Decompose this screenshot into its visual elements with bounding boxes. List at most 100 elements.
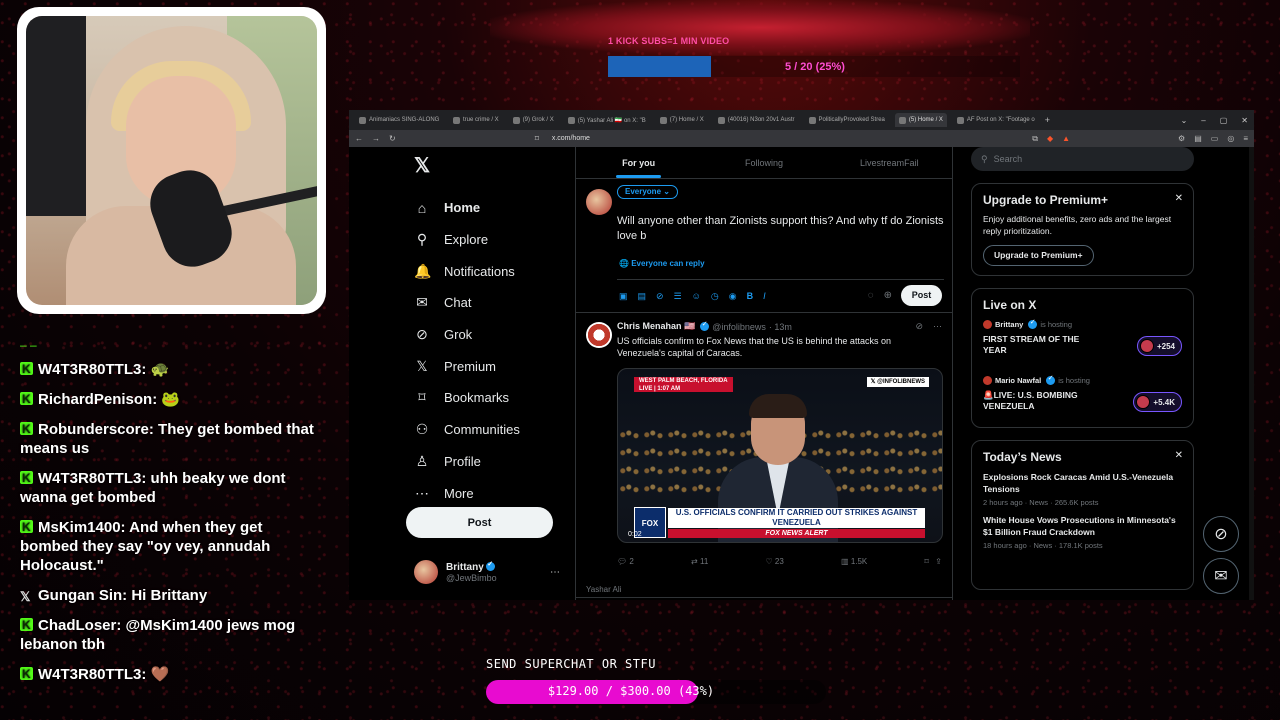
account-switcher[interactable]: Brittany @JewBimbo ⋯ <box>414 560 560 584</box>
news-headline: Explosions Rock Caracas Amid U.S.-Venezu… <box>983 472 1174 494</box>
nav-item-communities[interactable]: ⚇ Communities <box>406 414 576 446</box>
browser-tab[interactable]: Animaniacs SING-ALONG <box>355 113 443 127</box>
nav-item-notifications[interactable]: 🔔 Notifications <box>406 255 576 287</box>
like-button[interactable]: ♡ 23 <box>766 557 784 566</box>
tweet-text: US officials confirm to Fox News that th… <box>617 336 891 358</box>
schedule-icon[interactable]: ◷ <box>711 291 719 302</box>
tweet[interactable]: Chris Menahan 🇺🇸 @infolibnews · 13m ⊘ ⋯ … <box>576 313 952 598</box>
news-meta: 2 hours ago · News · 265.6K posts <box>983 498 1099 507</box>
audience-selector[interactable]: Everyone ⌄ <box>617 185 678 199</box>
browser-tab[interactable]: true crime / X <box>449 113 503 127</box>
browser-tab[interactable]: (9) Grok / X <box>509 113 558 127</box>
close-icon[interactable]: ✕ <box>1175 193 1183 204</box>
vpn-icon[interactable]: ◎ <box>1227 134 1234 144</box>
chat-username: W4T3R80TTL3: <box>38 470 147 487</box>
grok-fab-icon[interactable]: ⊘ <box>1203 516 1239 552</box>
nav-item-profile[interactable]: ♙ Profile <box>406 446 576 478</box>
add-post-icon[interactable]: ⊕ <box>884 290 892 301</box>
nav-item-home[interactable]: ⌂ Home <box>406 192 576 224</box>
browser-tab[interactable]: PoliticallyProvoked Strea <box>805 113 889 127</box>
more-icon[interactable]: ⋯ <box>550 567 560 578</box>
browser-tab[interactable]: (5) Home / X <box>894 113 947 127</box>
browser-tab[interactable]: (5) Yashar Ali 🇮🇷 on X: "B <box>564 113 650 127</box>
forward-icon[interactable]: → <box>372 134 380 143</box>
bookmark-button[interactable]: ⌑ ⇪ <box>924 557 941 566</box>
extensions-icon[interactable]: ⚙ <box>1178 134 1185 144</box>
tweet-time[interactable]: · 13m <box>769 322 792 332</box>
live-item[interactable]: Brittany is hosting FIRST STREAM OF THE YE… <box>983 318 1182 368</box>
nav-item-explore[interactable]: ⚲ Explore <box>406 224 576 256</box>
chevron-down-icon[interactable]: ⌄ <box>1181 116 1188 125</box>
nav-item-grok[interactable]: ⊘ Grok <box>406 319 576 351</box>
tab-for-you[interactable]: For you <box>576 147 701 178</box>
x-platform-icon: 𝕏 <box>20 589 31 604</box>
menu-icon[interactable]: ≡ <box>1243 134 1248 144</box>
emoji-icon[interactable]: ☺ <box>692 291 701 302</box>
live-listeners-pill[interactable]: +5.4K <box>1133 392 1182 412</box>
browser-tab[interactable]: AF Post on X: "Footage o <box>953 113 1039 127</box>
browser-tab[interactable]: (40016) N3on 20v1 Austr <box>714 113 799 127</box>
close-window-button[interactable]: ✕ <box>1241 116 1248 125</box>
scrollbar[interactable] <box>1249 147 1254 600</box>
bookmark-page-icon[interactable]: ⌑ <box>535 134 539 143</box>
reload-icon[interactable]: ↻ <box>389 134 396 143</box>
tweet-author-name[interactable]: Chris Menahan 🇺🇸 <box>617 321 695 332</box>
bold-icon[interactable]: B <box>747 291 754 302</box>
rewards-icon[interactable]: ▲ <box>1062 134 1070 144</box>
close-icon[interactable]: ✕ <box>1175 450 1183 461</box>
reply-button[interactable]: 💬︎ 2 <box>617 557 634 566</box>
brave-shield-icon[interactable]: ◆ <box>1047 134 1053 144</box>
avatar <box>586 189 612 215</box>
live-listeners-pill[interactable]: +254 <box>1136 336 1182 356</box>
compose-post-button[interactable]: Post <box>901 285 942 306</box>
home-icon: ⌂ <box>417 199 427 216</box>
grok-icon[interactable]: ⊘ <box>656 291 664 302</box>
image-icon[interactable]: ▣ <box>619 291 628 302</box>
minimize-button[interactable]: – <box>1201 116 1205 125</box>
bookmark-icon: ⌑ <box>418 389 426 406</box>
chat-message: RichardPenison: 🐸 <box>20 390 320 409</box>
share-icon[interactable]: ⇪ <box>935 557 942 566</box>
grok-icon[interactable]: ⊘ <box>915 321 923 332</box>
news-item[interactable]: Explosions Rock Caracas Amid U.S.-Venezu… <box>983 472 1182 507</box>
x-right-sidebar: ⚲ Search Upgrade to Premium+ ✕ Enjoy add… <box>971 147 1194 590</box>
reply-setting[interactable]: 🌐 Everyone can reply <box>619 259 705 268</box>
views-button[interactable]: ▥ 1.5K <box>841 557 867 566</box>
url-field[interactable]: x.com/home <box>552 135 590 142</box>
tab-following[interactable]: Following <box>701 147 826 178</box>
search-input[interactable]: ⚲ Search <box>971 147 1194 171</box>
tab-livestreamfail[interactable]: LivestreamFail <box>827 147 952 178</box>
back-icon[interactable]: ← <box>355 134 363 143</box>
upgrade-premium-button[interactable]: Upgrade to Premium+ <box>983 245 1094 266</box>
maximize-button[interactable]: ▢ <box>1220 116 1228 125</box>
favicon-icon <box>898 116 906 124</box>
nav-item-label: Grok <box>444 327 473 343</box>
gif-icon[interactable]: ▤ <box>638 291 647 302</box>
live-item[interactable]: Mario Nawfal is hosting 🚨LIVE: U.S. BOMBIN… <box>983 374 1182 424</box>
messages-fab-icon[interactable]: ✉ <box>1203 558 1239 594</box>
tweet-video[interactable]: WEST PALM BEACH, FLORIDA LIVE | 1:07 AM … <box>617 368 943 543</box>
next-tweet-author[interactable]: Yashar Ali <box>586 585 621 594</box>
browser-window: Animaniacs SING-ALONG true crime / X (9) G… <box>349 110 1254 600</box>
post-button[interactable]: Post <box>406 507 553 538</box>
new-tab-button[interactable]: + <box>1045 115 1050 125</box>
compose-textarea[interactable]: Will anyone other than Zionists support … <box>617 214 947 244</box>
news-item[interactable]: White House Vows Prosecutions in Minneso… <box>983 515 1182 550</box>
tweet-author-handle[interactable]: @infolibnews <box>712 322 766 332</box>
wallet-icon[interactable]: ▭ <box>1211 134 1219 144</box>
repost-button[interactable]: ⇄ 11 <box>691 557 708 566</box>
poll-icon[interactable]: ☰ <box>674 291 682 302</box>
nav-item-chat[interactable]: ✉ Chat <box>406 287 576 319</box>
video-location: WEST PALM BEACH, FLORIDA <box>639 378 728 384</box>
chat-text: 🐸 <box>161 391 181 408</box>
italic-icon[interactable]: I <box>763 291 766 302</box>
nav-item-bookmarks[interactable]: ⌑ Bookmarks <box>406 382 576 414</box>
location-icon[interactable]: ◉ <box>729 291 737 302</box>
share-icon[interactable]: ⧉ <box>1032 134 1038 144</box>
x-logo-icon[interactable]: 𝕏 <box>414 153 576 178</box>
nav-item-premium[interactable]: 𝕏 Premium <box>406 350 576 382</box>
sidebar-icon[interactable]: ▤ <box>1194 134 1202 144</box>
nav-item-more[interactable]: ⋯ More <box>406 477 576 509</box>
browser-tab[interactable]: (7) Home / X <box>656 113 708 127</box>
more-icon[interactable]: ⋯ <box>933 321 942 332</box>
